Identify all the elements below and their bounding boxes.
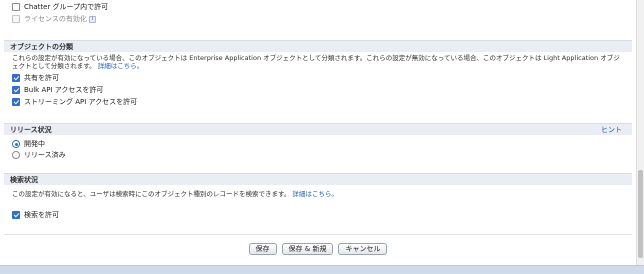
chatter-groups-label: Chatter グループ内で許可 [24, 3, 109, 11]
allow-streaming-api-row[interactable]: ストリーミング API アクセスを許可 [12, 97, 137, 107]
search-description-text: この設定が有効になると、ユーザは検索時にこのオブジェクト種別のレコードを検索でき… [12, 190, 291, 198]
classification-help-link[interactable]: 詳細はこちら。 [98, 62, 144, 70]
allow-bulk-api-row[interactable]: Bulk API アクセスを許可 [12, 85, 103, 95]
search-title: 検索状況 [10, 175, 38, 184]
chatter-groups-row[interactable]: Chatter グループ内で許可 [12, 2, 108, 12]
allow-sharing-row[interactable]: 共有を許可 [12, 73, 59, 83]
release-title: リリース状況 [10, 125, 52, 134]
allow-streaming-api-checkbox[interactable] [12, 98, 20, 106]
object-settings-panel: Chatter グループ内で許可 ライセンスの有効化 i オブジェクトの分類 こ… [0, 0, 636, 265]
save-new-button[interactable]: 保存 & 新規 [281, 243, 334, 255]
bottom-bar [0, 265, 644, 274]
allow-sharing-label: 共有を許可 [24, 74, 59, 82]
save-button[interactable]: 保存 [248, 243, 277, 255]
allow-sharing-checkbox[interactable] [12, 74, 20, 82]
button-row: 保存 保存 & 新規 キャンセル [0, 243, 636, 255]
classification-description: これらの設定が有効になっている場合、このオブジェクトは Enterprise A… [12, 54, 622, 70]
info-icon[interactable]: i [88, 15, 96, 23]
search-section-header: 検索状況 [4, 173, 632, 185]
allow-bulk-api-label: Bulk API アクセスを許可 [24, 86, 104, 94]
in-development-radio[interactable] [12, 140, 20, 148]
chatter-groups-checkbox[interactable] [12, 3, 20, 11]
license-label: ライセンスの有効化 [24, 15, 87, 23]
license-row: ライセンスの有効化 i [12, 14, 96, 24]
allow-search-row[interactable]: 検索を許可 [12, 210, 59, 220]
cancel-button[interactable]: キャンセル [338, 243, 388, 255]
allow-bulk-api-checkbox[interactable] [12, 86, 20, 94]
search-description: この設定が有効になると、ユーザは検索時にこのオブジェクト種別のレコードを検索でき… [12, 190, 622, 198]
allow-search-label: 検索を許可 [24, 211, 59, 219]
divider [4, 234, 632, 235]
scrollbar-thumb[interactable] [638, 170, 643, 258]
deployed-radio[interactable] [12, 151, 20, 159]
release-section-header: リリース状況 ヒント [4, 123, 632, 135]
search-help-link[interactable]: 詳細はこちら。 [292, 190, 338, 198]
allow-streaming-api-label: ストリーミング API アクセスを許可 [24, 98, 138, 106]
release-option-deployed[interactable]: リリース済み [12, 150, 66, 160]
deployed-label: リリース済み [24, 151, 66, 159]
release-option-in-dev[interactable]: 開発中 [12, 139, 45, 149]
license-checkbox [12, 15, 20, 23]
vertical-scrollbar[interactable] [636, 0, 644, 265]
classification-section-header: オブジェクトの分類 [4, 40, 632, 52]
classification-title: オブジェクトの分類 [10, 42, 73, 51]
allow-search-checkbox[interactable] [12, 211, 20, 219]
in-development-label: 開発中 [24, 140, 45, 148]
release-help-link[interactable]: ヒント [601, 125, 622, 135]
